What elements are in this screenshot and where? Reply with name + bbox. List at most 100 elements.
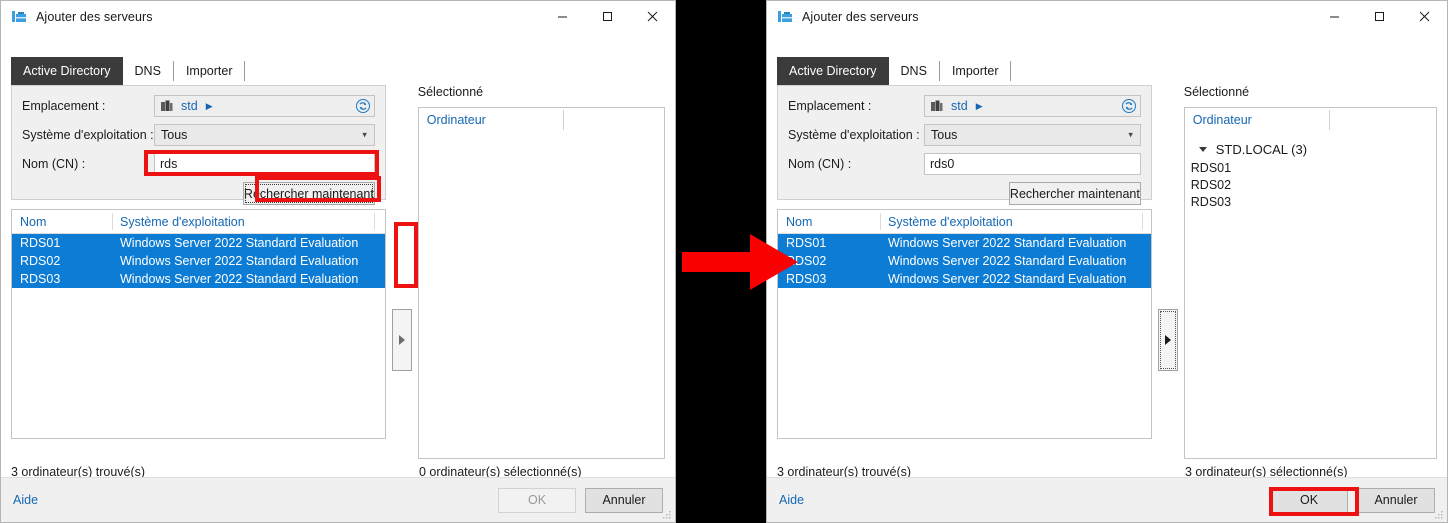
os-label: Système d'exploitation : xyxy=(788,128,920,142)
column-header-blank[interactable] xyxy=(562,108,664,132)
table-row[interactable]: RDS01 Windows Server 2022 Standard Evalu… xyxy=(12,234,385,252)
search-row: Rechercher maintenant xyxy=(22,182,375,205)
column-header-extra[interactable] xyxy=(374,210,385,233)
minimize-icon[interactable] xyxy=(1312,1,1357,32)
title-bar[interactable]: Ajouter des serveurs xyxy=(767,1,1447,32)
add-servers-icon xyxy=(11,9,27,25)
search-now-button[interactable]: Rechercher maintenant xyxy=(242,182,375,205)
tab-importer[interactable]: Importer xyxy=(174,57,245,85)
footer-buttons: OK Annuler xyxy=(1270,487,1435,513)
close-icon[interactable] xyxy=(630,1,675,32)
results-list[interactable]: Nom Système d'exploitation RDS01 Windows… xyxy=(11,209,386,439)
table-row[interactable]: RDS03 Windows Server 2022 Standard Evalu… xyxy=(778,270,1151,288)
refresh-icon[interactable] xyxy=(1121,98,1137,114)
cancel-button[interactable]: Annuler xyxy=(585,487,663,513)
location-field[interactable]: std ▶ xyxy=(154,95,375,117)
name-row: Nom (CN) : rds0 xyxy=(788,153,1141,175)
location-label: Emplacement : xyxy=(788,99,872,113)
column-header-os[interactable]: Système d'exploitation xyxy=(112,210,374,233)
column-header-name[interactable]: Nom xyxy=(778,210,880,233)
tab-importer[interactable]: Importer xyxy=(940,57,1011,85)
results-list[interactable]: Nom Système d'exploitation RDS01 Windows… xyxy=(777,209,1152,439)
cell-name: RDS01 xyxy=(20,236,61,250)
selected-list[interactable]: Ordinateur STD.LOCAL (3) RDS01 RDS02 RDS… xyxy=(1183,107,1437,459)
transfer-button-wrap xyxy=(391,309,412,371)
resize-grip[interactable] xyxy=(1432,507,1444,519)
expand-arrow-icon[interactable] xyxy=(1198,146,1207,152)
dialog-footer: Aide OK Annuler xyxy=(1,477,675,522)
window-controls xyxy=(1312,1,1447,32)
search-column: Emplacement : std ▶ Système d'exploitati… xyxy=(11,85,386,459)
tree-group-node[interactable]: STD.LOCAL (3) xyxy=(1185,139,1436,159)
location-label: Emplacement : xyxy=(22,99,106,113)
location-row: Emplacement : std ▶ xyxy=(788,95,1141,117)
screenshot-stage: Ajouter des serveurs Active Directory DN… xyxy=(0,0,1448,523)
tab-label: Importer xyxy=(951,64,999,78)
table-row[interactable]: RDS01 Windows Server 2022 Standard Evalu… xyxy=(778,234,1151,252)
selected-header: Ordinateur xyxy=(1185,108,1436,132)
os-select[interactable]: Tous ▾ xyxy=(924,124,1141,146)
move-to-selected-button[interactable] xyxy=(1157,309,1178,371)
list-item[interactable]: RDS03 xyxy=(1185,193,1436,210)
cell-name: RDS03 xyxy=(20,272,61,286)
selected-column: Sélectionné Ordinateur STD.LOCAL (3) RDS… xyxy=(1183,85,1437,459)
arrow-right-icon xyxy=(1164,335,1171,345)
column-header-extra[interactable] xyxy=(1142,210,1151,233)
tab-active-directory[interactable]: Active Directory xyxy=(11,57,123,85)
help-link[interactable]: Aide xyxy=(13,493,38,507)
list-item[interactable]: RDS01 xyxy=(1185,159,1436,176)
name-row: Nom (CN) : rds xyxy=(22,153,375,175)
cancel-button[interactable]: Annuler xyxy=(1357,487,1435,513)
tab-dns[interactable]: DNS xyxy=(889,57,939,85)
maximize-icon[interactable] xyxy=(585,1,630,32)
search-now-button[interactable]: Rechercher maintenant xyxy=(1008,182,1141,205)
ok-button[interactable]: OK xyxy=(1270,487,1348,513)
minimize-icon[interactable] xyxy=(540,1,585,32)
os-row: Système d'exploitation : Tous ▾ xyxy=(22,124,375,146)
query-panel: Emplacement : std ▶ Système d'exploitati… xyxy=(777,85,1152,205)
table-row[interactable]: RDS02 Windows Server 2022 Standard Evalu… xyxy=(778,252,1151,270)
selected-list[interactable]: Ordinateur xyxy=(417,107,666,459)
results-header: Nom Système d'exploitation xyxy=(12,210,385,234)
name-input[interactable]: rds0 xyxy=(924,153,1141,175)
tab-dns[interactable]: DNS xyxy=(123,57,173,85)
close-icon[interactable] xyxy=(1402,1,1447,32)
search-column: Emplacement : std ▶ Système d'exploitati… xyxy=(777,85,1152,459)
cell-name: RDS02 xyxy=(786,254,827,268)
tab-label: Active Directory xyxy=(789,64,877,78)
chevron-down-icon: ▾ xyxy=(1128,129,1133,140)
move-to-selected-button[interactable] xyxy=(391,309,412,371)
location-field[interactable]: std ▶ xyxy=(924,95,1141,117)
cell-os: Windows Server 2022 Standard Evaluation xyxy=(120,254,359,268)
name-label: Nom (CN) : xyxy=(22,157,86,171)
refresh-icon[interactable] xyxy=(355,98,371,114)
tab-active-directory[interactable]: Active Directory xyxy=(777,57,889,85)
transfer-column xyxy=(386,85,418,459)
tab-label: DNS xyxy=(900,64,927,78)
table-row[interactable]: RDS02 Windows Server 2022 Standard Evalu… xyxy=(12,252,385,270)
search-row: Rechercher maintenant xyxy=(788,182,1141,205)
transfer-column xyxy=(1152,85,1184,459)
tab-separator xyxy=(244,61,246,81)
resize-grip[interactable] xyxy=(660,507,672,519)
column-header-computer[interactable]: Ordinateur xyxy=(419,108,563,132)
column-header-name[interactable]: Nom xyxy=(12,210,112,233)
column-header-os[interactable]: Système d'exploitation xyxy=(880,210,1142,233)
name-input[interactable]: rds xyxy=(154,153,375,175)
os-select[interactable]: Tous ▾ xyxy=(154,124,375,146)
window-title: Ajouter des serveurs xyxy=(802,9,919,24)
tab-label: DNS xyxy=(134,64,161,78)
help-link[interactable]: Aide xyxy=(779,493,804,507)
ok-button[interactable]: OK xyxy=(498,487,576,513)
title-bar[interactable]: Ajouter des serveurs xyxy=(1,1,675,32)
chevron-right-icon: ▶ xyxy=(205,100,213,111)
column-header-computer[interactable]: Ordinateur xyxy=(1185,108,1329,132)
window-controls xyxy=(540,1,675,32)
maximize-icon[interactable] xyxy=(1357,1,1402,32)
footer-buttons: OK Annuler xyxy=(498,487,663,513)
table-row[interactable]: RDS03 Windows Server 2022 Standard Evalu… xyxy=(12,270,385,288)
list-item[interactable]: RDS02 xyxy=(1185,176,1436,193)
chevron-right-icon: ▶ xyxy=(975,100,983,111)
column-header-blank[interactable] xyxy=(1328,108,1436,132)
cell-os: Windows Server 2022 Standard Evaluation xyxy=(888,236,1127,250)
